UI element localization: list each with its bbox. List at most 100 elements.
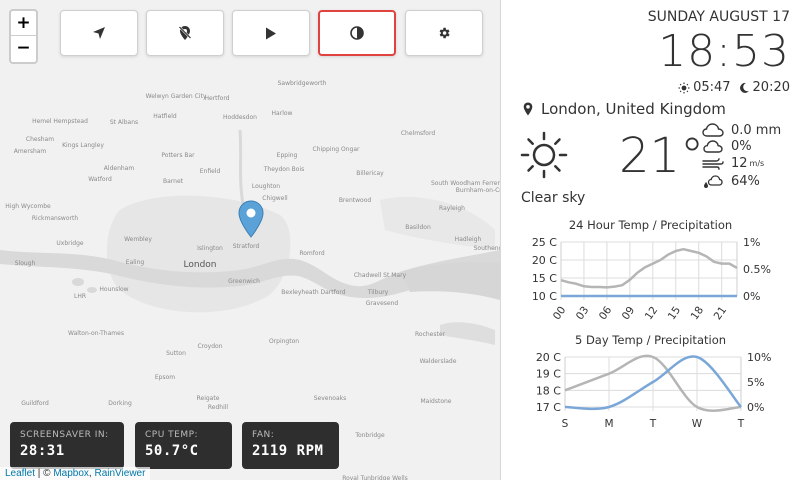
hourly-temp-precip-chart: 25 C 20 C 15 C 10 C 1% 0.5% 0% 00 03 06 09 12 15 18 21 <box>532 236 771 322</box>
y-left-tick-label: 17 C <box>536 401 561 414</box>
y-left-tick-label: 10 C <box>532 290 557 303</box>
map-place-label: Hounslow <box>99 286 129 293</box>
contrast-icon <box>350 26 364 40</box>
x-tick-label: 03 <box>574 304 592 322</box>
weather-panel: SUNDAY AUGUST 17 18:53 05:47 20:20 Londo… <box>501 0 800 480</box>
fan-label: FAN: <box>252 430 275 440</box>
rain-cloud-icon <box>702 123 724 137</box>
humidity-value: 64% <box>731 173 760 189</box>
map-place-label: Chigwell <box>262 195 288 202</box>
map-place-label: Harlow <box>271 110 293 117</box>
map-place-label: Dartford <box>320 289 346 296</box>
temperature-series-line <box>560 247 738 289</box>
map-place-label: Tilbury <box>367 289 389 296</box>
map-place-label: Greenwich <box>228 278 260 285</box>
cpu-temp-stat: CPU TEMP: 50.7°C <box>135 422 232 469</box>
zoom-control: + − <box>9 9 38 64</box>
map-place-label: Potters Bar <box>161 152 195 159</box>
current-temperature: 21° <box>619 128 705 184</box>
map-place-label: Slough <box>14 260 36 267</box>
location-off-button[interactable] <box>146 10 224 56</box>
map-place-label: Walderslade <box>419 358 457 365</box>
cloud-row: 0% <box>701 139 752 154</box>
sunset-time: 20:20 <box>752 80 790 95</box>
map-place-label: Tonbridge <box>355 432 385 439</box>
location-pin-icon[interactable] <box>238 200 264 238</box>
y-right-tick-label: 0.5% <box>743 263 771 276</box>
map-place-label: Hemel Hempstead <box>32 118 88 125</box>
map-place-label: Redhill <box>207 404 229 411</box>
x-tick-label: 00 <box>551 304 569 322</box>
map-place-label: Hoddesdon <box>223 114 257 121</box>
attribution-separator: | © <box>35 468 54 479</box>
map-place-label: Loughton <box>251 183 281 190</box>
x-tick-label: W <box>692 418 703 430</box>
map-place-label: Reigate <box>196 395 220 402</box>
map-place-label: Guildford <box>21 400 49 407</box>
y-left-tick-label: 18 C <box>536 384 561 397</box>
map-place-label: High Wycombe <box>5 203 51 210</box>
navigate-button[interactable] <box>60 10 138 56</box>
leaflet-link[interactable]: Leaflet <box>5 468 35 479</box>
zoom-in-button[interactable]: + <box>11 11 36 36</box>
location-marker-icon <box>523 102 533 116</box>
play-button[interactable] <box>232 10 310 56</box>
map-place-label: Kings Langley <box>62 142 104 149</box>
mapbox-link[interactable]: Mapbox <box>53 468 89 479</box>
hourly-chart-title: 24 Hour Temp / Precipitation <box>568 218 733 232</box>
map-place-label: Barnet <box>162 178 184 185</box>
map-place-label: Islington <box>197 245 223 252</box>
rain-value: 0.0 mm <box>731 122 782 138</box>
y-left-tick-label: 20 C <box>532 254 557 267</box>
map-place-label: Hertford <box>204 95 230 102</box>
settings-button[interactable] <box>405 10 483 56</box>
map-place-label: Romford <box>299 250 325 257</box>
map-place-label: Chipping Ongar <box>312 146 360 153</box>
cpu-temp-value: 50.7°C <box>145 443 199 459</box>
sun-icon <box>520 131 568 179</box>
map-attribution: Leaflet | © Mapbox, RainViewer <box>0 467 151 480</box>
map-place-label: Rayleigh <box>439 205 465 212</box>
daily-temp-precip-chart: 20 C 19 C 18 C 17 C 10% 5% 0% S M T W T <box>536 351 772 430</box>
map-place-label: Billericay <box>356 170 384 177</box>
y-left-tick-label: 20 C <box>536 351 561 364</box>
map-place-label: Southend <box>473 245 501 252</box>
fan-value: 2119 RPM <box>252 443 324 459</box>
map-place-label: Gravesend <box>365 300 399 307</box>
y-right-tick-label: 0% <box>743 290 760 303</box>
map-place-label: Sutton <box>166 350 186 357</box>
moon-icon <box>739 82 749 93</box>
map-place-label: Bexleyheath <box>281 289 319 296</box>
map-place-label: Welwyn Garden City <box>145 93 207 100</box>
zoom-out-button[interactable]: − <box>11 36 36 61</box>
map-place-label: Croydon <box>197 343 223 350</box>
x-tick-label: 21 <box>712 304 730 322</box>
map-place-label: Uxbridge <box>56 240 84 247</box>
play-icon <box>266 27 276 39</box>
map-place-label: Royal Tunbridge Wells <box>342 475 408 480</box>
x-tick-label: 09 <box>620 304 638 322</box>
wind-value: 12 <box>731 156 748 171</box>
map-place-label: Rochester <box>415 331 445 338</box>
map-place-label: Enfield <box>199 168 221 175</box>
y-left-tick-label: 19 C <box>536 368 561 381</box>
map-place-label: Wembley <box>124 236 152 243</box>
map-place-label: Burnham-on-Crouch <box>455 187 500 194</box>
fan-stat: FAN: 2119 RPM <box>242 422 339 469</box>
map-panel[interactable]: London Stratford Islington Greenwich Romford… <box>0 0 501 480</box>
map-place-label: Stratford <box>232 243 260 250</box>
location-name: London, United Kingdom <box>541 100 726 118</box>
rainviewer-link[interactable]: RainViewer <box>94 468 145 479</box>
map-place-label: Sevenoaks <box>313 395 347 402</box>
y-left-tick-label: 25 C <box>532 236 557 249</box>
cloud-icon <box>703 140 723 153</box>
x-tick-label: S <box>562 418 569 430</box>
contrast-button[interactable] <box>318 10 396 56</box>
weather-condition: Clear sky <box>521 190 586 206</box>
map-place-label: Orpington <box>268 338 300 345</box>
map-place-label: Hatfield <box>153 113 177 120</box>
map-place-label: Walton-on-Thames <box>68 330 124 337</box>
map-place-label: Rickmansworth <box>31 215 79 222</box>
map-place-label: Epping <box>276 152 298 159</box>
location: London, United Kingdom <box>523 100 726 118</box>
